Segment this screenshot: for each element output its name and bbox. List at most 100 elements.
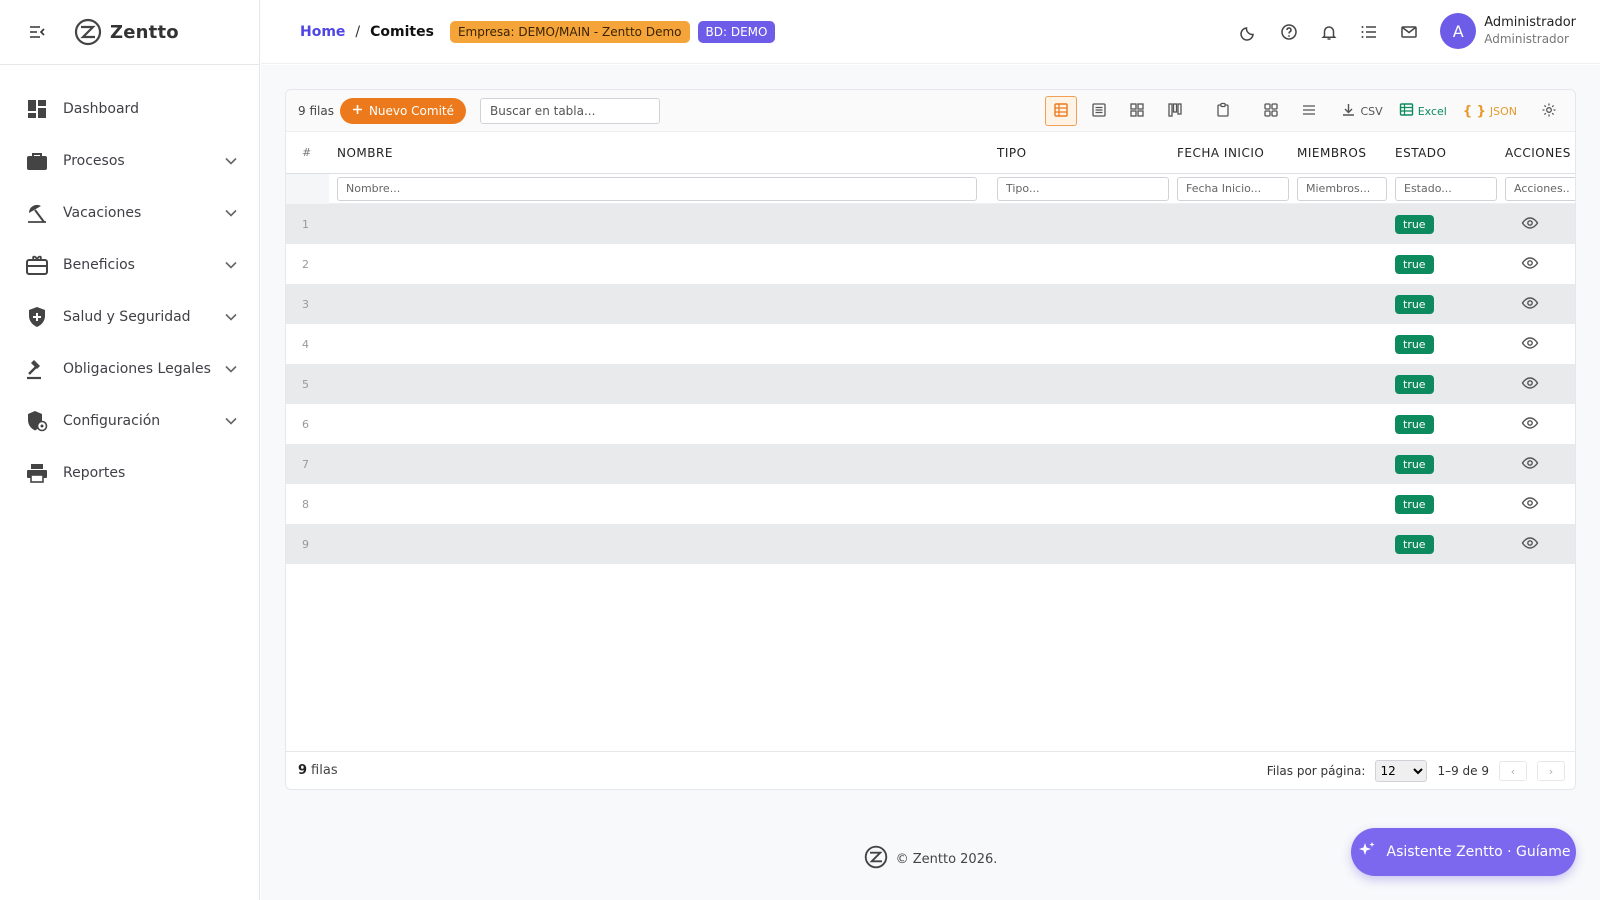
list-icon[interactable] <box>1359 22 1379 42</box>
view-eye-icon[interactable] <box>1521 336 1539 355</box>
view-eye-icon[interactable] <box>1521 416 1539 435</box>
grid-view-tool[interactable] <box>1045 96 1078 126</box>
export-csv-button[interactable]: CSV <box>1341 96 1383 126</box>
sidebar-item-salud-y-seguridad[interactable]: Salud y Seguridad <box>0 291 259 343</box>
table-row[interactable]: 8 true <box>286 484 1575 524</box>
sidebar-item-label: Salud y Seguridad <box>63 309 191 325</box>
view-eye-icon[interactable] <box>1521 256 1539 275</box>
menu-collapse-icon[interactable] <box>26 21 48 43</box>
table-search-input[interactable] <box>480 97 661 124</box>
view-eye-icon[interactable] <box>1521 536 1539 555</box>
plus-icon <box>352 104 363 118</box>
column-header-tipo[interactable]: TIPO <box>989 146 1169 160</box>
per-page-label: Filas por página: <box>1266 764 1366 778</box>
column-header-estado[interactable]: ESTADO <box>1387 146 1497 160</box>
view-eye-icon[interactable] <box>1521 456 1539 475</box>
next-page-button[interactable]: › <box>1537 761 1565 781</box>
main-content: 9 filas Nuevo Comité Buscar en tabla... … <box>261 65 1600 900</box>
export-json-button[interactable]: { } JSON <box>1463 96 1517 126</box>
column-header-fecha-inicio[interactable]: FECHA INICIO <box>1169 146 1289 160</box>
footer-count-number: 9 <box>298 763 308 778</box>
filter-fecha-input[interactable] <box>1177 176 1289 201</box>
chevron-down-icon[interactable] <box>225 154 239 168</box>
help-icon[interactable] <box>1279 22 1299 42</box>
copy-tool[interactable] <box>1207 96 1239 126</box>
column-header-nombre[interactable]: NOMBRE <box>329 146 989 160</box>
moon-icon[interactable] <box>1239 22 1259 42</box>
table-row[interactable]: 7 true <box>286 444 1575 484</box>
table-header-row: # NOMBRE TIPO FECHA INICIO MIEMBROS ESTA… <box>286 132 1575 174</box>
cards-view-tool[interactable] <box>1121 96 1153 126</box>
table-row[interactable]: 3 true <box>286 284 1575 324</box>
cell-estado: true <box>1387 534 1497 554</box>
table-toolbar: 9 filas Nuevo Comité Buscar en tabla... … <box>286 90 1575 132</box>
assistant-button[interactable]: Asistente Zentto · Guíame <box>1351 828 1576 876</box>
settings-tool[interactable] <box>1533 96 1565 126</box>
view-eye-icon[interactable] <box>1521 216 1539 235</box>
sidebar-item-procesos[interactable]: Procesos <box>0 135 259 187</box>
view-eye-icon[interactable] <box>1521 376 1539 395</box>
cell-estado: true <box>1387 374 1497 394</box>
user-menu[interactable]: A Administrador Administrador <box>1440 13 1576 49</box>
row-number: 9 <box>302 537 309 551</box>
filter-estado-input[interactable] <box>1395 176 1497 201</box>
mail-icon[interactable] <box>1399 22 1419 42</box>
group-tool[interactable] <box>1255 96 1287 126</box>
filter-nombre-input[interactable] <box>337 176 977 201</box>
view-eye-icon[interactable] <box>1521 496 1539 515</box>
rows-count: 9 filas <box>298 103 334 118</box>
cell-acciones <box>1497 294 1575 315</box>
breadcrumb-home[interactable]: Home <box>300 24 345 40</box>
table-row[interactable]: 4 true <box>286 324 1575 364</box>
brand-name: Zentto <box>110 21 179 43</box>
view-eye-icon[interactable] <box>1521 296 1539 315</box>
sidebar-item-configuracion[interactable]: Configuración <box>0 395 259 447</box>
table-row[interactable]: 2 true <box>286 244 1575 284</box>
cell-acciones <box>1497 454 1575 475</box>
column-header-acciones[interactable]: ACCIONES <box>1497 146 1575 160</box>
sidebar-item-beneficios[interactable]: Beneficios <box>0 239 259 291</box>
per-page-select[interactable]: 12 <box>1375 760 1428 782</box>
table-row[interactable]: 1 true <box>286 204 1575 244</box>
cards-view-icon <box>1129 102 1145 121</box>
cell-estado: true <box>1387 254 1497 274</box>
cell-acciones <box>1497 494 1575 515</box>
shield-plus-icon <box>26 306 48 328</box>
chevron-down-icon[interactable] <box>225 310 239 324</box>
filter-miembros-input[interactable] <box>1297 176 1387 201</box>
status-badge: true <box>1395 454 1434 474</box>
sidebar-item-vacaciones[interactable]: Vacaciones <box>0 187 259 239</box>
kanban-view-tool[interactable] <box>1159 96 1191 126</box>
breadcrumb-separator: / <box>355 23 361 40</box>
prev-page-button[interactable]: ‹ <box>1499 761 1527 781</box>
table-row[interactable]: 6 true <box>286 404 1575 444</box>
row-number: 6 <box>302 417 309 431</box>
filter-num-cell <box>286 173 329 204</box>
bell-icon[interactable] <box>1319 22 1339 42</box>
density-tool[interactable] <box>1293 96 1325 126</box>
sidebar-item-reportes[interactable]: Reportes <box>0 447 259 499</box>
chevron-down-icon[interactable] <box>225 206 239 220</box>
zentto-logo <box>74 18 102 46</box>
sidebar-item-obligaciones-legales[interactable]: Obligaciones Legales <box>0 343 259 395</box>
filter-row <box>286 173 1575 204</box>
chevron-down-icon[interactable] <box>225 362 239 376</box>
sidebar-item-label: Configuración <box>63 413 161 429</box>
new-comite-button[interactable]: Nuevo Comité <box>339 97 467 124</box>
avatar[interactable]: A <box>1440 13 1477 49</box>
table-row[interactable]: 9 true <box>286 524 1575 564</box>
filter-tipo-input[interactable] <box>997 176 1169 201</box>
export-excel-button[interactable]: Excel <box>1399 96 1447 126</box>
sidebar-item-label: Procesos <box>63 153 125 169</box>
sidebar-item-dashboard[interactable]: Dashboard <box>0 83 259 135</box>
chevron-down-icon[interactable] <box>225 258 239 272</box>
column-header-miembros[interactable]: MIEMBROS <box>1289 146 1387 160</box>
row-number: 8 <box>302 497 309 511</box>
table-row[interactable]: 5 true <box>286 364 1575 404</box>
cell-estado: true <box>1387 294 1497 314</box>
list-view-tool[interactable] <box>1083 96 1115 126</box>
zentto-footer-logo <box>864 845 888 873</box>
filter-acciones-input[interactable] <box>1505 176 1575 201</box>
chevron-down-icon[interactable] <box>225 414 239 428</box>
sparkle-icon <box>1357 840 1377 864</box>
